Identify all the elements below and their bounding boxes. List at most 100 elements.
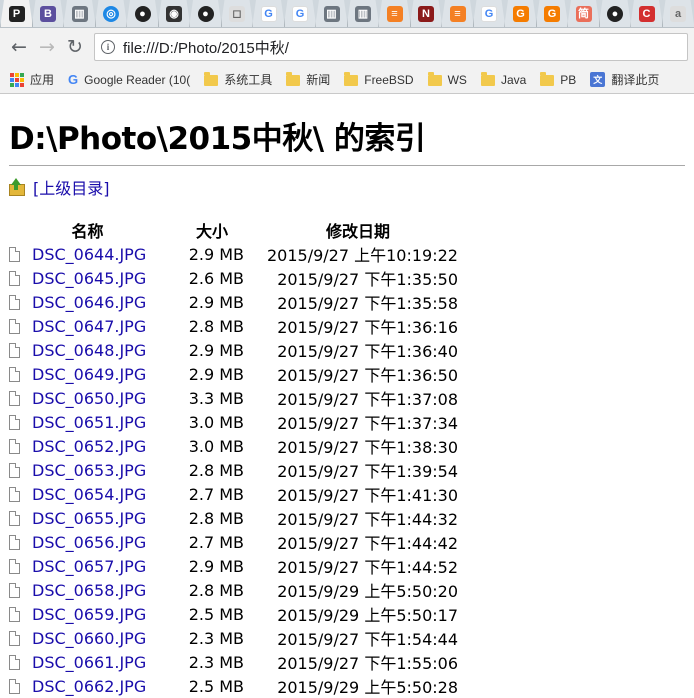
file-link[interactable]: DSC_0654.JPG: [32, 485, 146, 504]
blue-ring-icon: ◎: [103, 6, 119, 22]
bookmark-item[interactable]: 系统工具: [204, 71, 272, 88]
file-link[interactable]: DSC_0656.JPG: [32, 533, 146, 552]
bookmarks-bar: 应用 GGoogle Reader (10( 系统工具新闻 FreeBSD WS Java…: [0, 66, 694, 94]
file-link[interactable]: DSC_0662.JPG: [32, 677, 146, 696]
github-icon: ●: [607, 6, 623, 22]
file-modified-date: 2015/9/29 上午5:50:28: [258, 674, 458, 698]
browser-tab[interactable]: P: [0, 0, 33, 28]
table-header-row: 名称 大小 修改日期: [9, 218, 458, 242]
file-link[interactable]: DSC_0651.JPG: [32, 413, 146, 432]
table-row: DSC_0653.JPG2.8 MB2015/9/27 下午1:39:54: [9, 458, 458, 482]
bookmark-item[interactable]: GGoogle Reader (10(: [68, 72, 190, 87]
folder-up-icon[interactable]: [9, 178, 25, 196]
file-modified-date: 2015/9/27 下午1:36:40: [258, 338, 458, 362]
file-name-cell: DSC_0658.JPG: [9, 578, 166, 602]
browser-tab[interactable]: B: [32, 0, 65, 28]
file-link[interactable]: DSC_0644.JPG: [32, 245, 146, 264]
file-name-cell: DSC_0651.JPG: [9, 410, 166, 434]
address-bar[interactable]: i file:///D:/Photo/2015中秋/: [94, 33, 688, 61]
bookmark-item[interactable]: 文翻译此页: [590, 71, 659, 88]
bookmark-label: Java: [501, 73, 526, 87]
browser-tab[interactable]: 简: [567, 0, 600, 28]
table-row: DSC_0652.JPG3.0 MB2015/9/27 下午1:38:30: [9, 434, 458, 458]
column-header-name[interactable]: 名称: [9, 218, 166, 242]
page-title: D:\Photo\2015中秋\ 的索引: [9, 116, 685, 162]
browser-tab[interactable]: G: [252, 0, 285, 28]
browser-tab[interactable]: ◎: [95, 0, 128, 28]
google-icon: G: [481, 6, 497, 22]
browser-tab[interactable]: G: [536, 0, 569, 28]
folder-icon: [481, 75, 495, 86]
bookmark-item[interactable]: PB: [540, 73, 576, 87]
file-link[interactable]: DSC_0646.JPG: [32, 293, 146, 312]
file-name-cell: DSC_0650.JPG: [9, 386, 166, 410]
bookmark-item[interactable]: WS: [428, 73, 467, 87]
file-link[interactable]: DSC_0649.JPG: [32, 365, 146, 384]
file-link[interactable]: DSC_0648.JPG: [32, 341, 146, 360]
file-link[interactable]: DSC_0658.JPG: [32, 581, 146, 600]
browser-tab[interactable]: a: [662, 0, 694, 28]
file-link[interactable]: DSC_0653.JPG: [32, 461, 146, 480]
table-row: DSC_0648.JPG2.9 MB2015/9/27 下午1:36:40: [9, 338, 458, 362]
browser-tab[interactable]: ◻: [221, 0, 254, 28]
reload-button[interactable]: ↻: [62, 34, 88, 60]
back-button[interactable]: ←: [6, 34, 32, 60]
n-app-icon: N: [418, 6, 434, 22]
bookmark-item[interactable]: FreeBSD: [344, 73, 413, 87]
stackoverflow-icon: ≡: [387, 6, 403, 22]
browser-tab[interactable]: ◉: [158, 0, 191, 28]
browser-tab[interactable]: ●: [126, 0, 159, 28]
info-icon[interactable]: i: [101, 40, 115, 54]
browser-tab[interactable]: ▥: [347, 0, 380, 28]
browser-tab[interactable]: ≡: [441, 0, 474, 28]
a-app-icon: a: [670, 6, 686, 22]
stackoverflow-icon: ≡: [450, 6, 466, 22]
file-size: 2.7 MB: [166, 530, 258, 554]
file-modified-date: 2015/9/27 上午10:19:22: [258, 242, 458, 266]
forward-button[interactable]: →: [34, 34, 60, 60]
file-link[interactable]: DSC_0647.JPG: [32, 317, 146, 336]
b-app-icon: B: [40, 6, 56, 22]
browser-tab[interactable]: G: [473, 0, 506, 28]
bookmark-item[interactable]: 应用: [10, 71, 54, 88]
blank-page-icon: ◻: [229, 6, 245, 22]
file-link[interactable]: DSC_0657.JPG: [32, 557, 146, 576]
browser-tab[interactable]: G: [504, 0, 537, 28]
table-row: DSC_0661.JPG 2.3 MB2015/9/27 下午1:55:06: [9, 650, 458, 674]
browser-tab[interactable]: G: [284, 0, 317, 28]
url-text: file:///D:/Photo/2015中秋/: [123, 37, 289, 58]
folder-icon: [204, 75, 218, 86]
arrow-right-icon: →: [39, 36, 55, 58]
browser-tab[interactable]: N: [410, 0, 443, 28]
browser-tab[interactable]: ▥: [63, 0, 96, 28]
file-link[interactable]: DSC_0661.JPG: [32, 653, 146, 672]
file-link[interactable]: DSC_0655.JPG: [32, 509, 146, 528]
column-header-size[interactable]: 大小: [166, 218, 258, 242]
p-app-icon: P: [9, 6, 25, 22]
file-link[interactable]: DSC_0659.JPG: [32, 605, 146, 624]
file-modified-date: 2015/9/27 下午1:55:06: [258, 650, 458, 674]
file-icon: [9, 463, 20, 478]
bookmark-item[interactable]: 新闻: [286, 71, 330, 88]
file-link[interactable]: DSC_0645.JPG: [32, 269, 146, 288]
browser-tab[interactable]: ▥: [315, 0, 348, 28]
file-icon: [9, 415, 20, 430]
file-size: 2.3 MB: [166, 650, 258, 674]
parent-directory-link[interactable]: [上级目录]: [33, 175, 110, 199]
file-link[interactable]: DSC_0650.JPG: [32, 389, 146, 408]
reader-view-icon: ▥: [72, 6, 88, 22]
g-orange-icon: G: [544, 6, 560, 22]
browser-tab[interactable]: C: [630, 0, 663, 28]
column-header-modified[interactable]: 修改日期: [258, 218, 458, 242]
browser-tab[interactable]: ●: [599, 0, 632, 28]
translate-icon: 文: [590, 72, 605, 87]
file-link[interactable]: DSC_0652.JPG: [32, 437, 146, 456]
bookmark-item[interactable]: Java: [481, 73, 526, 87]
browser-tab[interactable]: ≡: [378, 0, 411, 28]
bookmark-label: 应用: [30, 71, 54, 88]
file-rows: DSC_0644.JPG2.9 MB2015/9/27 上午10:19:22DS…: [9, 242, 458, 698]
toolbar: ← → ↻ i file:///D:/Photo/2015中秋/: [0, 28, 694, 66]
browser-tab[interactable]: ●: [189, 0, 222, 28]
parent-directory-row: [上级目录]: [9, 175, 685, 199]
file-link[interactable]: DSC_0660.JPG: [32, 629, 146, 648]
